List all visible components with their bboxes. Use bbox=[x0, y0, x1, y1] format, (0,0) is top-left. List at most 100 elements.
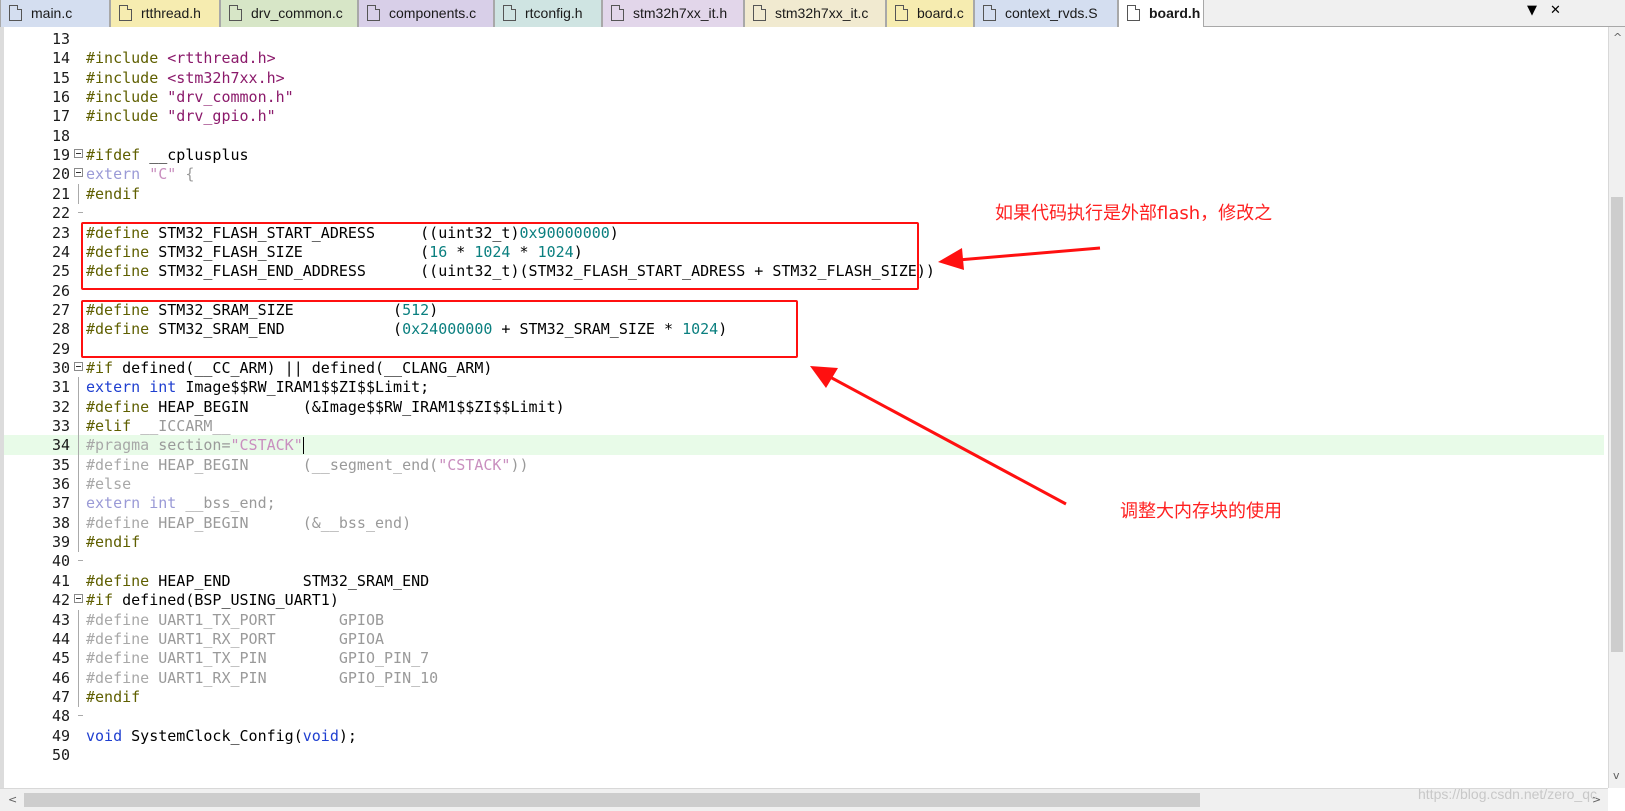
code-token: defined(BSP_USING_UART1) bbox=[122, 591, 339, 610]
fold-guide bbox=[78, 609, 79, 630]
code-line[interactable]: 39 #endif bbox=[4, 532, 1604, 553]
line-number: 40 bbox=[51, 552, 70, 571]
tab-file[interactable]: stm32h7xx_it.c bbox=[744, 0, 886, 27]
code-line[interactable]: 32 #define HEAP_BEGIN (&Image$$RW_IRAM1$$… bbox=[4, 396, 1604, 417]
code-token: #define bbox=[86, 629, 159, 648]
code-text: extern int __bss_end; bbox=[86, 493, 276, 513]
fold-guide bbox=[78, 648, 79, 669]
code-line[interactable]: 18 bbox=[4, 126, 1604, 146]
code-line[interactable]: 48 bbox=[4, 706, 1604, 726]
fold-guide bbox=[78, 532, 79, 553]
code-line[interactable]: 13 bbox=[4, 29, 1604, 49]
tab-label: board.h bbox=[1149, 5, 1201, 21]
code-line[interactable]: 16 #include "drv_common.h" bbox=[4, 87, 1604, 107]
scroll-up-arrow-icon[interactable]: ^ bbox=[1613, 31, 1622, 44]
code-editor[interactable]: 13 14 #include <rtthread.h> 15 #include <stm… bbox=[0, 27, 1608, 788]
code-token: #endif bbox=[86, 533, 141, 552]
code-line[interactable]: 50 bbox=[4, 745, 1604, 765]
code-text: #include <stm32h7xx.h> bbox=[86, 68, 285, 88]
code-line[interactable]: 17 #include "drv_gpio.h" bbox=[4, 106, 1604, 126]
file-icon bbox=[119, 5, 132, 21]
code-token: #pragma bbox=[86, 436, 159, 455]
code-line[interactable]: 34 #pragma section="CSTACK" bbox=[4, 435, 1604, 456]
code-token: #include bbox=[86, 68, 168, 87]
code-line[interactable]: 19 #ifdef __cplusplus bbox=[4, 145, 1604, 165]
tab-bar: ▼ ✕ main.c rtthread.h drv_common.c componen… bbox=[0, 0, 1625, 27]
code-token: #define bbox=[86, 649, 159, 668]
code-line[interactable]: 40 bbox=[4, 551, 1604, 571]
tab-list-dropdown-icon[interactable]: ▼ bbox=[1527, 3, 1537, 18]
vertical-scroll-thumb[interactable] bbox=[1611, 197, 1623, 652]
scroll-left-arrow-icon[interactable]: < bbox=[8, 793, 17, 806]
file-icon bbox=[9, 5, 22, 21]
code-token: #endif bbox=[86, 687, 141, 706]
code-text: extern int Image$$RW_IRAM1$$ZI$$Limit; bbox=[86, 377, 429, 397]
line-number: 22 bbox=[51, 204, 70, 223]
code-line[interactable]: 38 #define HEAP_BEGIN (&__bss_end) bbox=[4, 512, 1604, 533]
code-token: #if bbox=[86, 591, 123, 610]
tab-file[interactable]: stm32h7xx_it.h bbox=[602, 0, 744, 27]
code-line[interactable]: 31 extern int Image$$RW_IRAM1$$ZI$$Limit; bbox=[4, 377, 1604, 398]
code-line[interactable]: 33 #elif __ICCARM__ bbox=[4, 416, 1604, 436]
code-text: #include "drv_common.h" bbox=[86, 87, 294, 107]
line-number: 20 bbox=[51, 165, 70, 184]
code-text: #define HEAP_BEGIN (&__bss_end) bbox=[86, 513, 411, 533]
code-line[interactable]: 22 bbox=[4, 203, 1604, 223]
fold-toggle-icon[interactable] bbox=[74, 168, 83, 178]
code-line[interactable]: 35 #define HEAP_BEGIN (__segment_end("CST… bbox=[4, 454, 1604, 475]
fold-toggle-icon[interactable] bbox=[74, 149, 83, 159]
line-number: 21 bbox=[51, 184, 70, 203]
tab-file[interactable]: rtconfig.h bbox=[494, 0, 602, 27]
line-number: 36 bbox=[51, 475, 70, 494]
code-line[interactable]: 46 #define UART1_RX_PIN GPIO_PIN_10 bbox=[4, 667, 1604, 688]
code-text: #pragma section="CSTACK" bbox=[86, 435, 304, 455]
fold-end-marker bbox=[78, 715, 83, 717]
code-line[interactable]: 37 extern int __bss_end; bbox=[4, 493, 1604, 514]
code-line[interactable]: 30 #if defined(__CC_ARM) || defined(__CLA… bbox=[4, 358, 1604, 378]
code-line[interactable]: 45 #define UART1_TX_PIN GPIO_PIN_7 bbox=[4, 648, 1604, 669]
tab-label: stm32h7xx_it.c bbox=[775, 5, 869, 21]
code-line[interactable]: 41 #define HEAP_END STM32_SRAM_END bbox=[4, 571, 1604, 591]
code-line[interactable]: 15 #include <stm32h7xx.h> bbox=[4, 68, 1604, 88]
tab-file[interactable]: board.h bbox=[1118, 0, 1204, 27]
tab-file[interactable]: context_rvds.S bbox=[974, 0, 1118, 27]
tab-file[interactable]: drv_common.c bbox=[220, 0, 358, 27]
code-text: #define UART1_TX_PIN GPIO_PIN_7 bbox=[86, 648, 429, 668]
line-number: 30 bbox=[51, 358, 70, 377]
code-line[interactable]: 47 #endif bbox=[4, 686, 1604, 707]
code-token: int bbox=[149, 494, 186, 513]
horizontal-scrollbar[interactable]: < > bbox=[0, 788, 1608, 811]
close-tab-icon[interactable]: ✕ bbox=[1550, 3, 1561, 18]
code-line[interactable]: 49 void SystemClock_Config(void); bbox=[4, 726, 1604, 746]
horizontal-scroll-thumb[interactable] bbox=[24, 793, 1200, 807]
fold-guide bbox=[78, 183, 79, 204]
tab-file[interactable]: rtthread.h bbox=[110, 0, 220, 27]
code-line[interactable]: 21 #endif bbox=[4, 183, 1604, 204]
code-text: #define UART1_RX_PIN GPIO_PIN_10 bbox=[86, 668, 438, 688]
file-icon bbox=[229, 5, 242, 21]
tab-file[interactable]: components.c bbox=[358, 0, 494, 27]
code-token: UART1_RX_PIN GPIO_PIN_10 bbox=[158, 668, 439, 687]
line-number: 35 bbox=[51, 455, 70, 474]
fold-guide bbox=[78, 377, 79, 398]
code-line[interactable]: 44 #define UART1_RX_PORT GPIOA bbox=[4, 628, 1604, 649]
vertical-scrollbar[interactable]: ^ v bbox=[1608, 27, 1625, 788]
file-icon bbox=[1127, 5, 1140, 21]
line-number: 26 bbox=[51, 281, 70, 300]
fold-toggle-icon[interactable] bbox=[74, 594, 83, 604]
code-line[interactable]: 20 extern "C" { bbox=[4, 164, 1604, 184]
tab-file[interactable]: main.c bbox=[0, 0, 110, 27]
code-text: #if defined(BSP_USING_UART1) bbox=[86, 590, 339, 610]
code-line[interactable]: 42 #if defined(BSP_USING_UART1) bbox=[4, 590, 1604, 610]
flash-annotation-note: 如果代码执行是外部flash，修改之 bbox=[995, 203, 1273, 224]
code-line[interactable]: 14 #include <rtthread.h> bbox=[4, 48, 1604, 68]
code-line[interactable]: 36 #else bbox=[4, 474, 1604, 495]
tab-file[interactable]: board.c bbox=[886, 0, 974, 27]
file-icon bbox=[611, 5, 624, 21]
fold-guide bbox=[78, 686, 79, 707]
fold-toggle-icon[interactable] bbox=[74, 361, 83, 371]
code-line[interactable]: 43 #define UART1_TX_PORT GPIOB bbox=[4, 609, 1604, 630]
code-text: #define HEAP_BEGIN (__segment_end("CSTAC… bbox=[86, 455, 529, 475]
scroll-down-arrow-icon[interactable]: v bbox=[1613, 769, 1620, 782]
line-number: 39 bbox=[51, 533, 70, 552]
